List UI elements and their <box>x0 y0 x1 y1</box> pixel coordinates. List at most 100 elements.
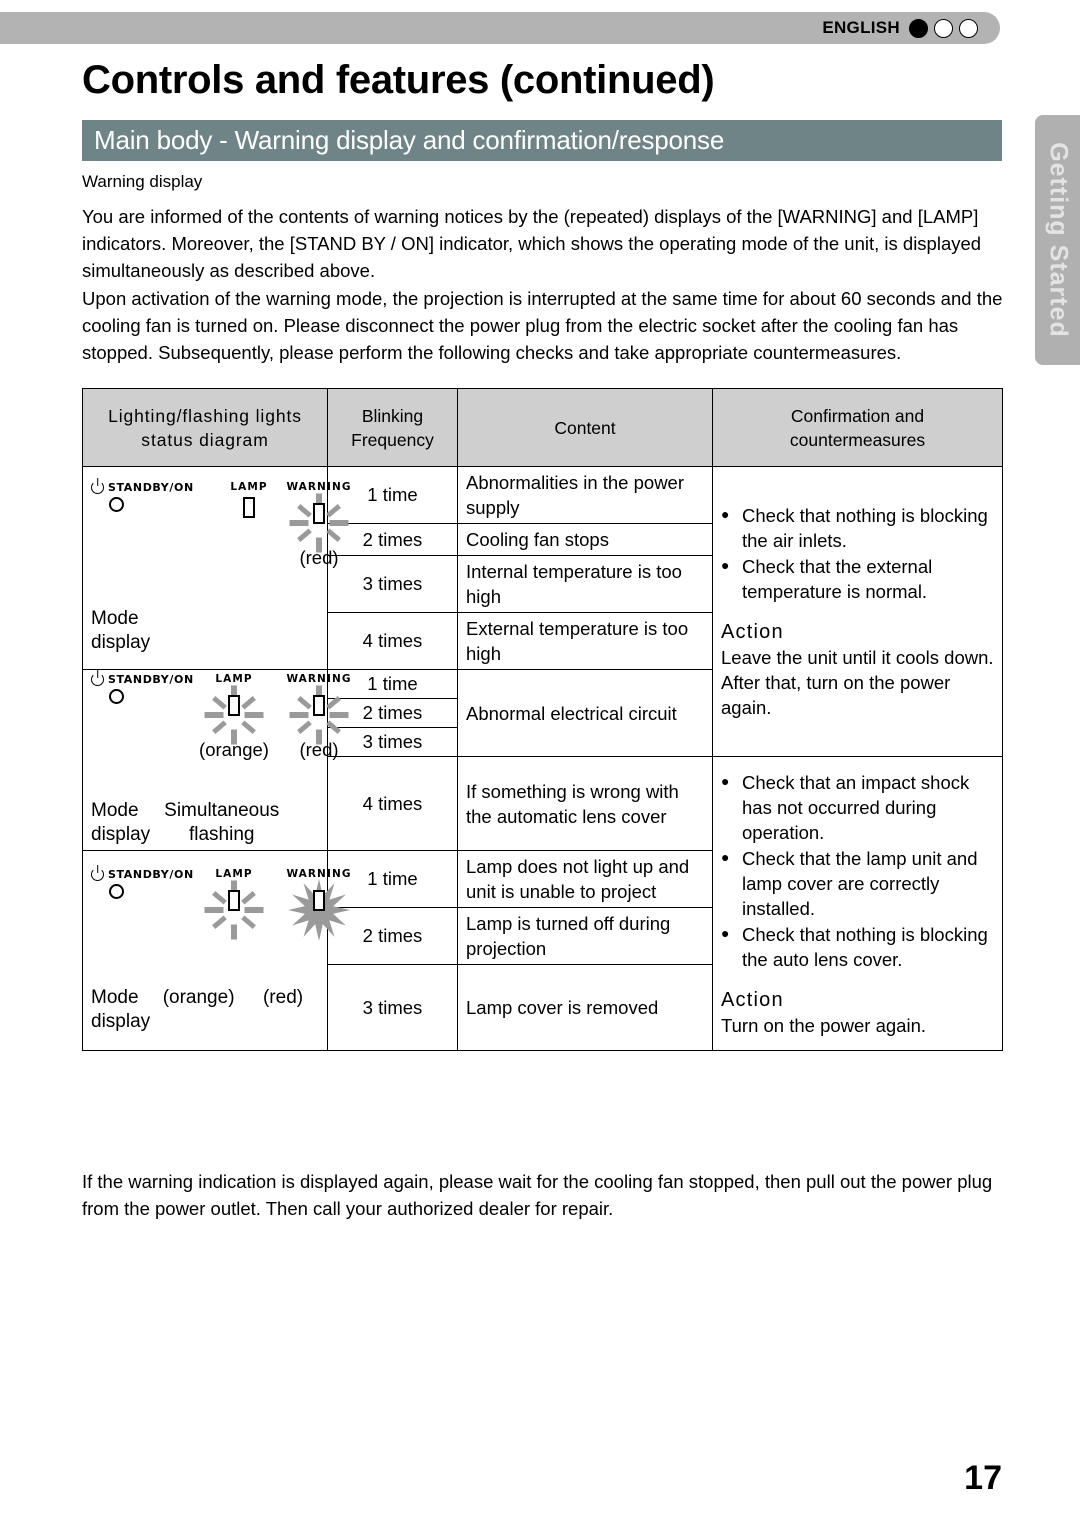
diagram-labels-2: Mode display Simultaneous flashing <box>91 799 319 847</box>
led-diagram-2: STANDBY/ON LAMP (orange) WARNING (red) <box>91 673 350 760</box>
warning-label-2: WARNING <box>286 673 352 685</box>
led-diagram-cell-2: STANDBY/ON LAMP (orange) WARNING (red) M… <box>82 669 350 851</box>
lamp-flashing-burst-icon-2 <box>191 685 277 745</box>
lamp-indicator-icon-3 <box>228 889 240 911</box>
simultaneous-flashing-line2: flashing <box>188 824 255 845</box>
diagram-labels-3: Mode display (orange) (red) <box>91 986 319 1034</box>
content-cell: Lamp cover is removed <box>457 964 713 1051</box>
content-cell: Lamp is turned off during projection <box>457 907 713 965</box>
side-index-tab[interactable]: Getting Started <box>1035 115 1080 365</box>
standby-label-2: STANDBY/ON <box>108 673 194 686</box>
language-dot-filled-icon <box>909 18 928 38</box>
column-header-content-text: Content <box>554 417 616 438</box>
column-header-diagram: Lighting/flashing lights status diagram <box>82 388 328 467</box>
action-heading-1: Action <box>721 621 784 643</box>
lamp-indicator-icon-1 <box>243 497 255 518</box>
column-header-frequency-line1: Blinking <box>361 405 424 426</box>
content-cell: Lamp does not light up and unit is unabl… <box>457 850 713 908</box>
countermeasures-cell-2: Check that an impact shock has not occur… <box>712 756 1003 1051</box>
action-text-2: Turn on the power again. <box>721 1014 926 1036</box>
page-number: 17 <box>964 1459 1002 1497</box>
side-index-tab-label: Getting Started <box>1044 142 1072 338</box>
mode-display-label-1-line1: Mode <box>91 608 139 629</box>
warning-label-3: WARNING <box>286 867 352 880</box>
warning-indicator-icon-1 <box>313 503 325 524</box>
led-diagram-cell-1: STANDBY/ON LAMP WARNING (red) Mode displ… <box>82 466 350 670</box>
lamp-flashing-burst-icon-3 <box>191 880 277 939</box>
frequency-cell: 4 times <box>327 612 458 670</box>
lamp-color-note-3: (orange) <box>162 986 235 1008</box>
simultaneous-flashing-label: Simultaneous flashing <box>164 799 279 847</box>
content-cell: Cooling fan stops <box>457 523 713 556</box>
warning-label-1: WARNING <box>286 481 352 493</box>
led-diagram-3: STANDBY/ON LAMP WARNING <box>91 867 350 946</box>
mode-display-label-3-line2: display <box>91 1010 151 1032</box>
standby-indicator-icon-1 <box>109 497 124 512</box>
language-bar: ENGLISH <box>0 12 1000 44</box>
column-header-countermeasures: Confirmation and countermeasures <box>712 388 1003 467</box>
warning-led-group-1: WARNING (red) <box>276 481 362 569</box>
lamp-indicator-icon-2 <box>228 695 240 716</box>
content-cell: Abnormalities in the power supply <box>457 466 713 524</box>
countermeasures-cell-1: Check that nothing is blocking the air i… <box>712 466 1003 757</box>
mode-display-label-2-line1: Mode <box>91 800 139 821</box>
lamp-led-group-2: LAMP (orange) <box>191 673 277 761</box>
content-cell: Abnormal electrical circuit <box>457 669 713 757</box>
mode-display-label-1-line2: display <box>91 632 151 653</box>
paragraph-2: Upon activation of the warning mode, the… <box>82 288 1003 363</box>
language-dot-hollow-icon-1 <box>934 18 953 38</box>
paragraph-bottom: If the warning indication is displayed a… <box>82 1171 993 1219</box>
simultaneous-flashing-line1: Simultaneous <box>164 800 280 821</box>
standby-caption-1: STANDBY/ON <box>91 481 211 494</box>
language-label: ENGLISH <box>822 18 900 37</box>
lamp-led-group-3: LAMP <box>191 867 277 939</box>
led-diagram-cell-3: STANDBY/ON LAMP WARNING Mode display (or… <box>82 850 350 1051</box>
warning-indicator-icon-2 <box>313 695 325 716</box>
power-icon <box>91 867 104 881</box>
list-item: Check that an impact shock has not occur… <box>721 769 994 845</box>
mode-display-label-1: Mode display <box>91 607 319 655</box>
column-header-frequency-line2: Frequency <box>351 429 434 450</box>
countermeasures-list-2: Check that an impact shock has not occur… <box>721 769 994 972</box>
subheading-warning-display: Warning display <box>82 172 203 191</box>
mode-display-label-2: Mode display <box>91 799 150 847</box>
warning-lit-star-icon-3 <box>276 878 362 941</box>
lamp-label-3: LAMP <box>215 867 253 880</box>
standby-label-3: STANDBY/ON <box>108 867 194 881</box>
table-row: STANDBY/ON LAMP WARNING (red) Mode displ… <box>82 466 1003 757</box>
paragraph-1: You are informed of the contents of warn… <box>82 206 982 281</box>
power-icon <box>91 673 104 686</box>
column-header-diagram-line2: status diagram <box>141 429 269 450</box>
column-header-countermeasures-line2: countermeasures <box>789 429 926 450</box>
content-cell: External temperature is too high <box>457 612 713 670</box>
warning-indicator-icon-3 <box>313 889 325 911</box>
list-item: Check that the lamp unit and lamp cover … <box>721 845 994 921</box>
frequency-cell: 3 times <box>327 964 458 1051</box>
content-cell: If something is wrong with the automatic… <box>457 756 713 851</box>
power-icon <box>91 481 104 494</box>
warning-led-group-3: WARNING <box>276 867 362 941</box>
warning-flashing-burst-icon-1 <box>276 493 362 553</box>
mode-display-label-2-line2: display <box>91 824 151 845</box>
list-item: Check that nothing is blocking the air i… <box>721 502 994 553</box>
list-item: Check that nothing is blocking the auto … <box>721 921 994 972</box>
frequency-cell: 4 times <box>327 756 458 851</box>
lamp-label-2: LAMP <box>215 673 253 685</box>
action-heading-2: Action <box>721 988 784 1011</box>
column-header-content: Content <box>457 388 713 467</box>
standby-indicator-icon-2 <box>109 689 124 704</box>
column-header-frequency: Blinking Frequency <box>327 388 458 467</box>
mode-display-label-3: Mode display <box>91 986 150 1034</box>
action-text-1: Leave the unit until it cools down. Afte… <box>721 647 994 718</box>
language-dot-hollow-icon-2 <box>959 18 978 38</box>
countermeasures-list-1: Check that nothing is blocking the air i… <box>721 502 994 604</box>
column-header-countermeasures-line1: Confirmation and <box>790 405 925 426</box>
led-diagram-1: STANDBY/ON LAMP WARNING (red) <box>91 481 350 568</box>
content-cell: Internal temperature is too high <box>457 555 713 613</box>
standby-indicator-icon-3 <box>109 883 124 899</box>
standby-label-1: STANDBY/ON <box>108 481 194 494</box>
warning-flashing-burst-icon-2 <box>276 685 362 745</box>
table-header-row: Lighting/flashing lights status diagram … <box>82 388 1003 467</box>
section-title-text: Main body - Warning display and confirma… <box>94 125 725 155</box>
column-header-diagram-line1: Lighting/flashing lights <box>108 405 302 426</box>
